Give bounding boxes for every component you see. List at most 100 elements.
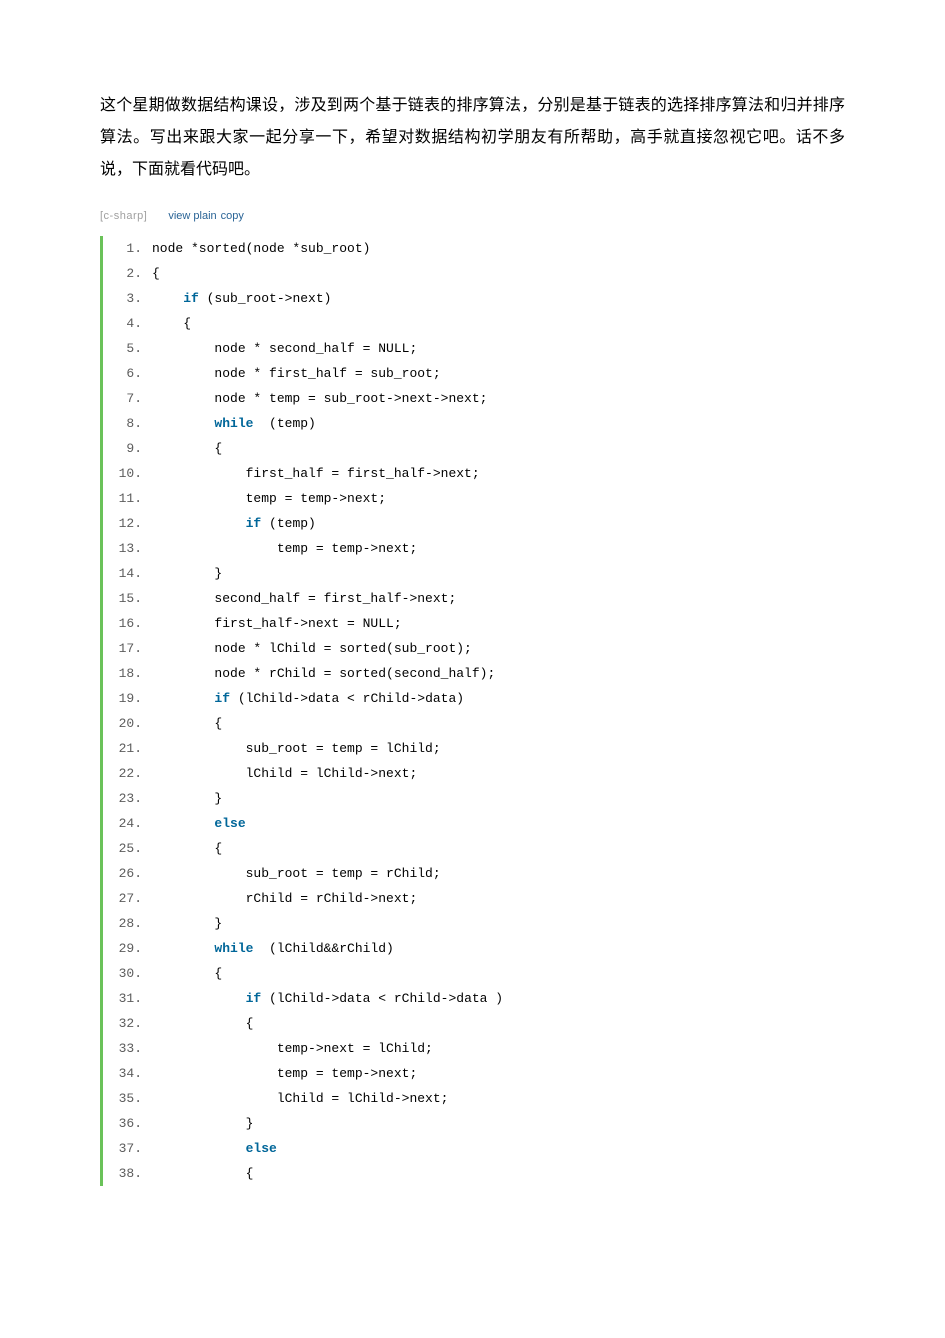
code-line: 1.node *sorted(node *sub_root)	[103, 236, 845, 261]
code-content: else	[152, 1136, 845, 1161]
code-line: 20. {	[103, 711, 845, 736]
code-text: temp = temp->next;	[152, 541, 433, 556]
line-number: 21.	[104, 736, 152, 761]
keyword: while	[214, 941, 253, 956]
line-number: 10.	[104, 461, 152, 486]
code-line: 19. if (lChild->data < rChild->data)	[103, 686, 845, 711]
keyword: if	[246, 516, 262, 531]
code-text: }	[152, 916, 238, 931]
code-text: lChild = lChild->next;	[152, 1091, 464, 1106]
code-content: node * second_half = NULL;	[152, 336, 845, 361]
line-number: 28.	[104, 911, 152, 936]
code-content: node * temp = sub_root->next->next;	[152, 386, 845, 411]
code-line: 3. if (sub_root->next)	[103, 286, 845, 311]
code-text	[152, 516, 246, 531]
code-line: 36. }	[103, 1111, 845, 1136]
code-text: node * lChild = sorted(sub_root);	[152, 641, 487, 656]
code-text: (sub_root->next)	[199, 291, 347, 306]
keyword: if	[183, 291, 199, 306]
line-number: 37.	[104, 1136, 152, 1161]
code-text: {	[152, 316, 207, 331]
code-text: temp->next = lChild;	[152, 1041, 448, 1056]
code-content: {	[152, 1161, 845, 1186]
line-number: 20.	[104, 711, 152, 736]
code-text: {	[152, 1016, 269, 1031]
code-content: node * lChild = sorted(sub_root);	[152, 636, 845, 661]
code-text	[152, 1141, 246, 1156]
keyword: while	[214, 416, 253, 431]
line-number: 29.	[104, 936, 152, 961]
line-number: 5.	[104, 336, 152, 361]
code-text: {	[152, 716, 238, 731]
code-content: if (lChild->data < rChild->data )	[152, 986, 845, 1011]
code-line: 25. {	[103, 836, 845, 861]
line-number: 38.	[104, 1161, 152, 1186]
line-number: 30.	[104, 961, 152, 986]
code-text: node * first_half = sub_root;	[152, 366, 456, 381]
line-number: 32.	[104, 1011, 152, 1036]
code-content: first_half = first_half->next;	[152, 461, 845, 486]
code-text: (temp)	[253, 416, 331, 431]
code-text: (lChild->data < rChild->data)	[230, 691, 480, 706]
code-line: 23. }	[103, 786, 845, 811]
code-line: 30. {	[103, 961, 845, 986]
code-line: 16. first_half->next = NULL;	[103, 611, 845, 636]
line-number: 11.	[104, 486, 152, 511]
code-text: }	[152, 566, 238, 581]
code-line: 37. else	[103, 1136, 845, 1161]
code-line: 26. sub_root = temp = rChild;	[103, 861, 845, 886]
code-text	[152, 416, 214, 431]
code-content: sub_root = temp = rChild;	[152, 861, 845, 886]
code-line: 8. while (temp)	[103, 411, 845, 436]
line-number: 19.	[104, 686, 152, 711]
code-line: 34. temp = temp->next;	[103, 1061, 845, 1086]
code-content: }	[152, 911, 845, 936]
code-text	[152, 941, 214, 956]
code-content: {	[152, 836, 845, 861]
view-plain-link[interactable]: view plain	[168, 210, 216, 222]
line-number: 25.	[104, 836, 152, 861]
code-text: rChild = rChild->next;	[152, 891, 433, 906]
code-line: 5. node * second_half = NULL;	[103, 336, 845, 361]
code-line: 15. second_half = first_half->next;	[103, 586, 845, 611]
code-content: temp->next = lChild;	[152, 1036, 845, 1061]
code-line: 13. temp = temp->next;	[103, 536, 845, 561]
line-number: 33.	[104, 1036, 152, 1061]
code-content: temp = temp->next;	[152, 536, 845, 561]
code-content: }	[152, 786, 845, 811]
code-content: second_half = first_half->next;	[152, 586, 845, 611]
code-content: lChild = lChild->next;	[152, 761, 845, 786]
code-text	[152, 691, 214, 706]
code-line: 32. {	[103, 1011, 845, 1036]
line-number: 36.	[104, 1111, 152, 1136]
code-text	[246, 816, 262, 831]
code-text: (lChild->data < rChild->data )	[261, 991, 518, 1006]
line-number: 18.	[104, 661, 152, 686]
copy-link[interactable]: copy	[221, 210, 244, 222]
code-line: 11. temp = temp->next;	[103, 486, 845, 511]
code-line: 35. lChild = lChild->next;	[103, 1086, 845, 1111]
code-content: {	[152, 961, 845, 986]
line-number: 8.	[104, 411, 152, 436]
line-number: 35.	[104, 1086, 152, 1111]
code-line: 21. sub_root = temp = lChild;	[103, 736, 845, 761]
code-line: 31. if (lChild->data < rChild->data )	[103, 986, 845, 1011]
line-number: 16.	[104, 611, 152, 636]
code-line: 10. first_half = first_half->next;	[103, 461, 845, 486]
code-line: 33. temp->next = lChild;	[103, 1036, 845, 1061]
code-text: lChild = lChild->next;	[152, 766, 433, 781]
keyword: else	[246, 1141, 277, 1156]
code-content: node *sorted(node *sub_root)	[152, 236, 845, 261]
code-content: {	[152, 311, 845, 336]
line-number: 34.	[104, 1061, 152, 1086]
code-content: first_half->next = NULL;	[152, 611, 845, 636]
code-text: {	[152, 441, 238, 456]
code-content: node * first_half = sub_root;	[152, 361, 845, 386]
code-text: temp = temp->next;	[152, 491, 402, 506]
code-content: {	[152, 261, 845, 286]
code-line: 18. node * rChild = sorted(second_half);	[103, 661, 845, 686]
code-text: node * rChild = sorted(second_half);	[152, 666, 511, 681]
code-content: if (lChild->data < rChild->data)	[152, 686, 845, 711]
line-number: 3.	[104, 286, 152, 311]
code-text: second_half = first_half->next;	[152, 591, 472, 606]
